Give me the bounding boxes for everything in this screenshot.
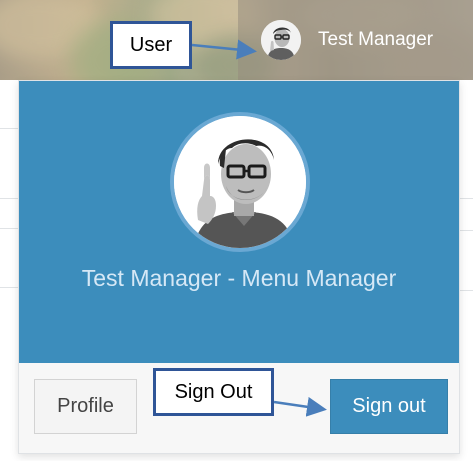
user-avatar-small[interactable]: [261, 20, 301, 60]
user-dropdown-header: Test Manager - Menu Manager: [19, 81, 459, 363]
sign-out-button[interactable]: Sign out: [330, 379, 448, 434]
sign-out-annotation-callout: Sign Out: [153, 368, 274, 416]
profile-button[interactable]: Profile: [34, 379, 137, 434]
user-annotation-callout: User: [110, 21, 192, 69]
user-avatar-large: [170, 112, 310, 252]
user-photo-icon: [261, 20, 301, 60]
user-role-title: Test Manager - Menu Manager: [81, 265, 397, 291]
header-user-name[interactable]: Test Manager: [318, 29, 433, 51]
user-photo-icon: [174, 116, 306, 248]
